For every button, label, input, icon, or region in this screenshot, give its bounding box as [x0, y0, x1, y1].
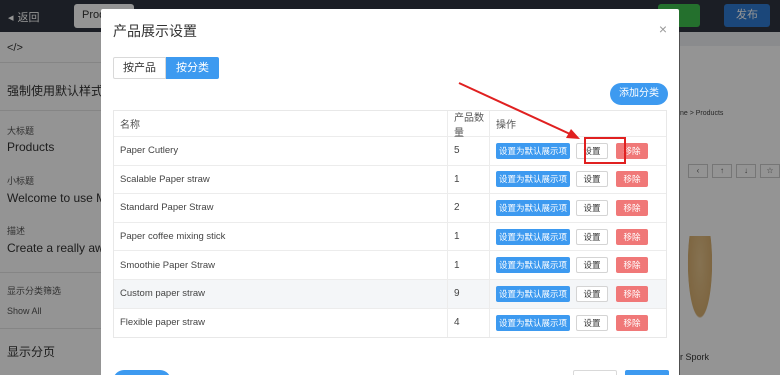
set-default-button[interactable]: 设置为默认展示项	[496, 257, 570, 274]
tab-by-category[interactable]: 按分类	[166, 57, 219, 79]
set-default-button[interactable]: 设置为默认展示项	[496, 314, 570, 331]
row-actions: 设置为默认展示项 设置 移除	[490, 137, 666, 165]
display-mode-tabs: 按产品 按分类	[113, 57, 219, 79]
header-qty: 产品数量	[448, 111, 490, 139]
settings-button[interactable]: 设置	[576, 257, 608, 274]
settings-button[interactable]: 设置	[576, 228, 608, 245]
tab-by-product[interactable]: 按产品	[113, 57, 166, 79]
remove-button[interactable]: 移除	[616, 257, 648, 274]
settings-button[interactable]: 设置	[576, 285, 608, 302]
set-default-button[interactable]: 设置为默认展示项	[496, 199, 570, 216]
remove-button[interactable]: 移除	[616, 314, 648, 331]
row-actions: 设置为默认展示项 设置 移除	[490, 166, 666, 194]
product-count: 4	[448, 308, 490, 338]
settings-button[interactable]: 设置	[576, 199, 608, 216]
row-actions: 设置为默认展示项 设置 移除	[490, 251, 666, 279]
set-default-button[interactable]: 设置为默认展示项	[496, 142, 570, 159]
dialog-title: 产品展示设置	[113, 23, 197, 39]
product-count: 2	[448, 194, 490, 222]
add-category-button[interactable]: 添加分类	[610, 83, 668, 105]
set-default-button[interactable]: 设置为默认展示项	[496, 285, 570, 302]
remove-button[interactable]: 移除	[616, 285, 648, 302]
header-name: 名称	[114, 111, 448, 136]
set-default-button[interactable]: 设置为默认展示项	[496, 228, 570, 245]
product-display-settings-dialog: 产品展示设置 × 按产品 按分类 添加分类 名称 产品数量 操作 Paper C…	[101, 9, 679, 375]
remove-button[interactable]: 移除	[616, 199, 648, 216]
close-icon[interactable]: ×	[659, 21, 667, 37]
remove-button[interactable]: 移除	[616, 228, 648, 245]
category-name: Custom paper straw	[114, 279, 448, 308]
cancel-button[interactable]	[573, 370, 617, 375]
product-count: 9	[448, 279, 490, 308]
product-count: 5	[448, 137, 490, 165]
table-row: Smoothie Paper Straw 1 设置为默认展示项 设置 移除	[114, 251, 666, 280]
settings-button[interactable]: 设置	[576, 171, 608, 188]
product-count: 1	[448, 251, 490, 279]
row-actions: 设置为默认展示项 设置 移除	[490, 309, 666, 338]
category-name: Flexible paper straw	[114, 308, 448, 338]
confirm-button[interactable]	[625, 370, 669, 375]
row-actions: 设置为默认展示项 设置 移除	[490, 223, 666, 251]
table-row: Paper coffee mixing stick 1 设置为默认展示项 设置 移除	[114, 222, 666, 252]
table-row: Flexible paper straw 4 设置为默认展示项 设置 移除	[114, 308, 666, 338]
category-name: Standard Paper Straw	[114, 194, 448, 222]
table-row: Standard Paper Straw 2 设置为默认展示项 设置 移除	[114, 194, 666, 223]
product-count: 1	[448, 222, 490, 251]
category-name: Paper Cutlery	[114, 137, 448, 165]
category-name: Scalable Paper straw	[114, 165, 448, 194]
row-actions: 设置为默认展示项 设置 移除	[490, 194, 666, 222]
row-actions: 设置为默认展示项 设置 移除	[490, 280, 666, 308]
footer-action-button[interactable]	[113, 370, 171, 375]
remove-button[interactable]: 移除	[616, 171, 648, 188]
table-header: 名称 产品数量 操作	[114, 111, 666, 139]
product-count: 1	[448, 165, 490, 194]
category-name: Smoothie Paper Straw	[114, 251, 448, 279]
category-name: Paper coffee mixing stick	[114, 222, 448, 251]
set-default-button[interactable]: 设置为默认展示项	[496, 171, 570, 188]
header-ops: 操作	[496, 120, 516, 131]
table-row: Custom paper straw 9 设置为默认展示项 设置 移除	[114, 279, 666, 309]
annotation-highlight-box	[584, 137, 626, 164]
table-row: Scalable Paper straw 1 设置为默认展示项 设置 移除	[114, 165, 666, 195]
settings-button[interactable]: 设置	[576, 314, 608, 331]
